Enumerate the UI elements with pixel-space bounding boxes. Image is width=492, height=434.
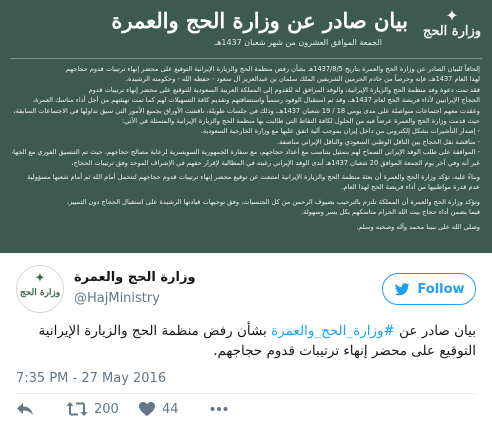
- ministry-logo: ✦ وزارة الحج: [422, 6, 482, 40]
- statement-paragraph: لهذا العام 1437هـ، فإنه وحرصاً من خادم ا…: [125, 75, 480, 84]
- follow-button[interactable]: Follow: [382, 273, 476, 305]
- heart-icon: [139, 402, 155, 416]
- statement-paragraph: فيما يضمن أداء حجاج بيت الله الحرام مناس…: [301, 208, 480, 217]
- reply-icon: [17, 403, 33, 415]
- statement-paragraph: حيث قدمت وزارة الحج والعمرة عرضاً فيه من…: [121, 117, 480, 126]
- statement-paragraph: وتؤكد وزارة الحج والعمرة أن المملكة تلتز…: [66, 197, 480, 206]
- follow-label: Follow: [417, 281, 465, 297]
- hashtag-link[interactable]: #وزارة_الحج_والعمرة: [271, 323, 395, 339]
- like-button[interactable]: 44: [138, 398, 179, 420]
- statement-paragraph: الحجاج الإيرانيين لأداء فريضة الحج لعام …: [32, 96, 480, 105]
- like-count: 44: [162, 401, 179, 417]
- tweet-line: بيان صادر عن #وزارة_الحج_والعمرة بشأن رف…: [38, 323, 476, 339]
- statement-paragraph: إلحاقاً للبيان الصادر عن وزارة الحج والع…: [65, 65, 480, 73]
- logo-emblem-icon: ✦: [445, 6, 459, 25]
- twitter-bird-plus-icon: [395, 283, 410, 296]
- statement-image[interactable]: ✦ وزارة الحج بيان صادر عن وزارة الحج وال…: [0, 0, 492, 253]
- statement-paragraph: عدم قدرة مواطنيها من أداء فريضة الحج لهذ…: [341, 183, 480, 192]
- statement-paragraph: وعقدت معهم اجتماعات متواصلة على مدى يومي…: [13, 106, 481, 115]
- author-display-name[interactable]: وزارة الحج والعمرة: [74, 270, 196, 285]
- statement-paragraph: فقد تمت دعوة وفد منظمة الحج والزيارة الإ…: [88, 85, 480, 94]
- reply-button[interactable]: [16, 398, 34, 420]
- retweet-count: 200: [94, 401, 119, 417]
- tweet-timestamp[interactable]: 7:35 PM - 27 May 2016: [16, 371, 166, 386]
- statement-paragraph: - إصدار التأشيرات بشكل إلكتروني من داخل …: [200, 127, 480, 136]
- avatar[interactable]: ✦ وزارة الحج: [16, 265, 64, 313]
- actions-divider: [16, 393, 476, 394]
- statement-title: بيان صادر عن وزارة الحج والعمرة: [111, 8, 408, 33]
- avatar-emblem-icon: ✦: [34, 271, 46, 286]
- retweet-icon: [66, 402, 88, 416]
- tweet-actions: 200 44: [16, 398, 316, 420]
- statement-body: إلحاقاً للبيان الصادر عن وزارة الحج والع…: [12, 64, 480, 250]
- tweet-text: بيان صادر عن #وزارة_الحج_والعمرة بشأن رف…: [16, 321, 476, 361]
- more-dots-icon: [210, 407, 228, 411]
- statement-divider: [10, 58, 482, 59]
- statement-paragraph: - الموافقة على طلب الوفد الإيراني السماح…: [12, 148, 480, 157]
- more-button[interactable]: [210, 398, 228, 420]
- statement-header: ✦ وزارة الحج بيان صادر عن وزارة الحج وال…: [0, 0, 492, 58]
- retweet-button[interactable]: 200: [66, 398, 119, 420]
- statement-paragraph: وبناءً عليه، تؤكد وزارة الحج والعمرة أن …: [27, 173, 480, 182]
- statement-date: الجمعة الموافق العشرون من شهر شعبان 1437…: [214, 38, 382, 47]
- author-handle[interactable]: @HajMinistry: [74, 291, 160, 306]
- statement-paragraph: غير أنه وفي آخر يوم الجمعة الموافق 20 شع…: [71, 158, 480, 167]
- statement-paragraph: - مناقشة نقل الحجاج بين الناقل الوطني ال…: [277, 137, 480, 146]
- statement-paragraph: وصلى الله على نبينا محمد وآله وصحبه وسلم…: [356, 222, 480, 231]
- tweet-line: التوقيع على محضر إنهاء ترتيبات قدوم حجاج…: [213, 343, 476, 359]
